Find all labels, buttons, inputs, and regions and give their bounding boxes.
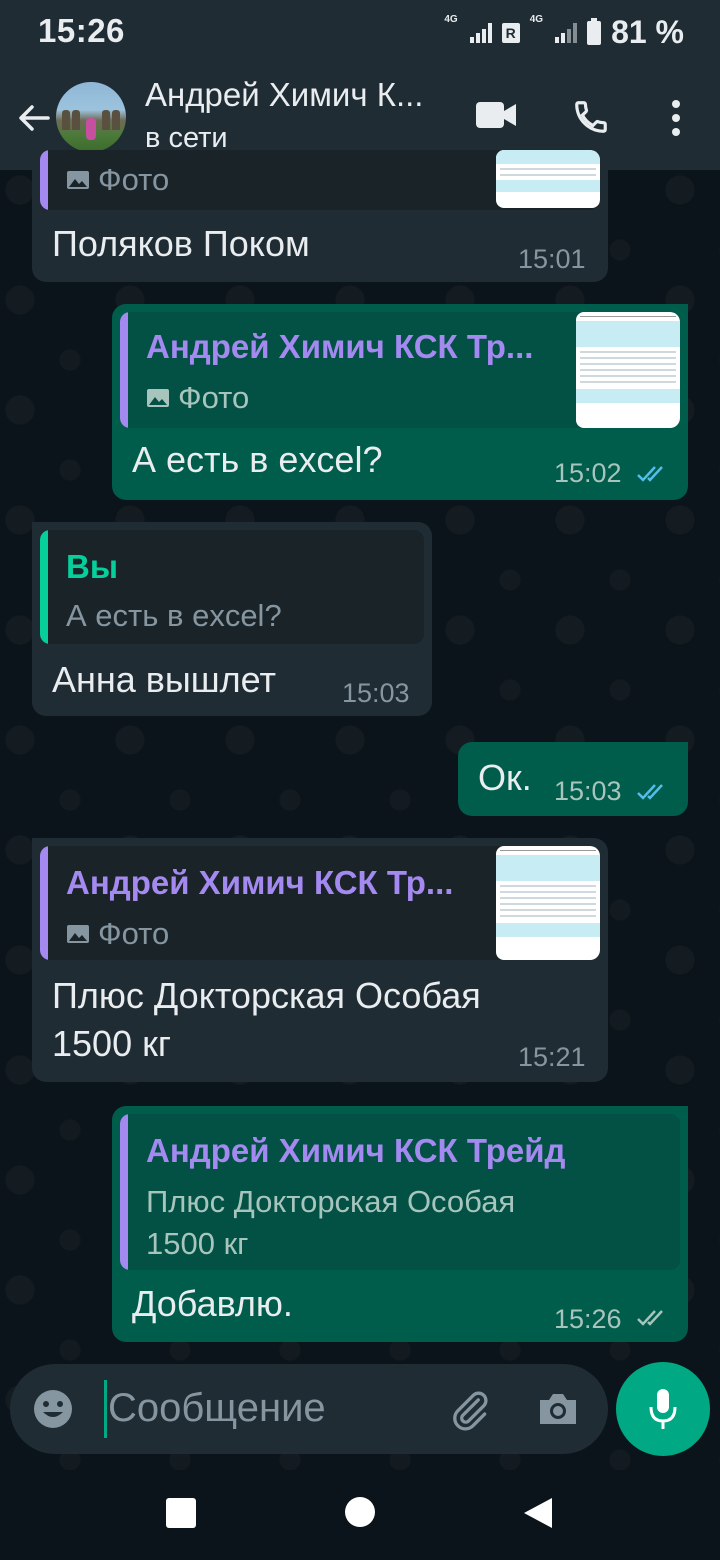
message-input[interactable]: Сообщение [108, 1386, 326, 1431]
more-options-icon[interactable] [668, 98, 684, 138]
message-bubble-incoming[interactable]: Вы А есть в excel? Анна вышлет 15:03 [32, 522, 432, 716]
message-text-line-1: Плюс Докторская Особая [52, 975, 481, 1016]
message-bubble-outgoing[interactable]: Андрей Химич КСК Трейд Плюс Докторская О… [112, 1106, 688, 1342]
voice-record-button[interactable] [616, 1362, 710, 1456]
message-time: 15:26 [554, 1304, 622, 1334]
photo-icon [147, 389, 169, 407]
network-type-1: 4G [444, 14, 458, 25]
contact-avatar[interactable] [56, 82, 126, 152]
status-time: 15:26 [38, 12, 125, 49]
quote-subtitle: Фото [98, 162, 170, 197]
emoji-icon[interactable] [32, 1388, 74, 1430]
message-time: 15:01 [518, 244, 586, 274]
system-nav-bar [0, 1470, 720, 1560]
message-text: Поляков Поком [52, 223, 310, 264]
quoted-photo-thumbnail [496, 846, 600, 960]
message-time: 15:03 [342, 678, 410, 708]
home-icon[interactable] [345, 1497, 375, 1527]
photo-icon [67, 925, 89, 943]
quote-author: Андрей Химич КСК Тр... [146, 328, 534, 365]
read-receipt-icon [637, 466, 663, 482]
back-arrow-icon[interactable] [14, 98, 54, 138]
quote-author: Вы [66, 548, 119, 585]
quoted-reply[interactable]: Андрей Химич КСК Тр... Фото [120, 312, 680, 428]
quoted-reply[interactable]: Андрей Химич КСК Трейд Плюс Докторская О… [120, 1114, 680, 1270]
quoted-reply[interactable]: Фото [40, 150, 600, 210]
message-time: 15:21 [518, 1042, 586, 1072]
message-bubble-outgoing[interactable]: Андрей Химич КСК Тр... Фото А есть в exc… [112, 304, 688, 500]
quote-line-2: 1500 кг [146, 1226, 249, 1261]
quote-author: Андрей Химич КСК Трейд [146, 1132, 566, 1169]
status-bar: 15:26 4G R 4G 81 % [0, 0, 720, 64]
quoted-photo-thumbnail [576, 312, 680, 428]
quote-subtitle: А есть в excel? [66, 598, 282, 633]
read-receipt-icon [637, 784, 663, 800]
message-text: А есть в excel? [132, 439, 383, 480]
quote-author: Андрей Химич КСК Тр... [66, 864, 454, 901]
message-bubble-incoming[interactable]: Фото Поляков Поком 15:01 [32, 150, 608, 282]
text-caret [104, 1380, 107, 1438]
quote-subtitle: Фото [178, 380, 250, 415]
quote-line-1: Плюс Докторская Особая [146, 1184, 516, 1219]
message-bubble-outgoing[interactable]: Ок. 15:03 [458, 742, 688, 816]
quoted-reply[interactable]: Вы А есть в excel? [40, 530, 424, 644]
quoted-photo-thumbnail [496, 150, 600, 208]
voice-call-icon[interactable] [572, 98, 610, 136]
back-nav-icon[interactable] [522, 1496, 554, 1530]
message-text: Добавлю. [132, 1283, 293, 1324]
signal-icon [469, 22, 492, 43]
message-text: Анна вышлет [52, 659, 276, 700]
attach-icon[interactable] [448, 1388, 492, 1432]
photo-icon [67, 171, 89, 189]
message-time: 15:03 [554, 776, 622, 806]
message-bubble-incoming[interactable]: Андрей Химич КСК Тр... Фото Плюс Докторс… [32, 838, 608, 1082]
delivered-receipt-icon [637, 1310, 663, 1326]
quote-subtitle: Фото [98, 916, 170, 951]
recents-icon[interactable] [166, 1498, 196, 1528]
message-time: 15:02 [554, 458, 622, 488]
contact-name[interactable]: Андрей Химич К... [145, 76, 423, 114]
quoted-reply[interactable]: Андрей Химич КСК Тр... Фото [40, 846, 600, 960]
signal-icon-2 [555, 22, 578, 43]
message-composer: Сообщение [10, 1364, 608, 1454]
camera-icon[interactable] [536, 1390, 580, 1428]
video-call-icon[interactable] [474, 100, 518, 130]
microphone-icon [649, 1389, 677, 1429]
roaming-icon: R [501, 22, 520, 43]
message-text: Ок. [478, 757, 532, 798]
battery-percent: 81 % [611, 14, 684, 50]
message-text-line-2: 1500 кг [52, 1023, 171, 1064]
battery-icon [587, 17, 602, 45]
network-type-2: 4G [529, 14, 544, 25]
